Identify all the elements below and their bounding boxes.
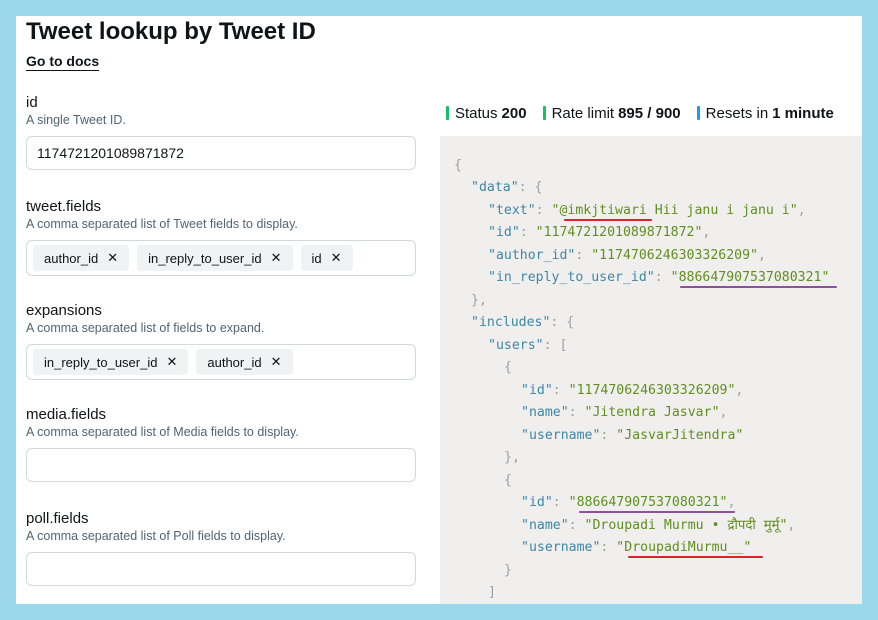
json-value: 886647907537080321 — [576, 495, 720, 510]
remove-chip-icon[interactable]: ✕ — [271, 354, 282, 370]
json-line: "text": "@imkjtiwari Hii janu i janu i", — [488, 203, 806, 218]
json-line: "author_id": "1174706246303326209", — [488, 248, 766, 263]
rate-limit-icon — [542, 106, 546, 120]
reset-value: 1 minute — [772, 104, 834, 122]
purple-underline-user-id — [579, 511, 735, 513]
remove-chip-icon[interactable]: ✕ — [331, 250, 342, 266]
json-key: "username" — [521, 428, 601, 443]
json-line: { — [454, 158, 462, 173]
chip-author-id: author_id ✕ — [33, 245, 130, 271]
remove-chip-icon[interactable]: ✕ — [166, 354, 177, 370]
red-underline-username — [628, 556, 763, 558]
poll-fields-input[interactable] — [26, 552, 416, 586]
chip-label: in_reply_to_user_id — [148, 250, 262, 266]
json-line: "id": "1174721201089871872", — [488, 225, 711, 240]
json-line: }, — [504, 450, 520, 465]
json-line: "name": "Jitendra Jasvar", — [521, 405, 728, 420]
status-indicator: Status 200 — [446, 105, 527, 122]
poll-fields-group: poll.fields A comma separated list of Po… — [26, 510, 416, 586]
poll-fields-label: poll.fields — [26, 510, 89, 527]
json-line: "users": [ — [488, 338, 568, 353]
tweet-fields-description: A comma separated list of Tweet fields t… — [26, 217, 298, 231]
json-value: "JasvarJitendra" — [616, 428, 744, 443]
json-key: "in_reply_to_user_id" — [488, 270, 655, 285]
status-value: 200 — [501, 104, 527, 122]
json-key: "id" — [521, 383, 553, 398]
json-line: } — [504, 563, 512, 578]
json-key: "author_id" — [488, 248, 576, 263]
status-label: Status — [455, 104, 498, 122]
json-line: { — [504, 360, 512, 375]
chip-in-reply-to-user-id: in_reply_to_user_id ✕ — [33, 349, 189, 375]
tweet-fields-label: tweet.fields — [26, 198, 102, 215]
media-fields-description: A comma separated list of Media fields t… — [26, 425, 299, 439]
json-line: "includes": { — [471, 315, 575, 330]
json-key: "username" — [521, 540, 601, 555]
reset-label: Resets in — [705, 104, 769, 122]
expansions-description: A comma separated list of fields to expa… — [26, 321, 265, 335]
remove-chip-icon[interactable]: ✕ — [271, 250, 282, 266]
chip-label: in_reply_to_user_id — [44, 354, 158, 370]
rate-limit-label: Rate limit — [551, 104, 615, 122]
json-line: "name": "Droupadi Murmu • द्रौपदी मुर्मू… — [521, 518, 796, 533]
media-fields-group: media.fields A comma separated list of M… — [26, 406, 416, 482]
json-value: "1174706246303326209" — [591, 248, 758, 263]
json-value: 886647907537080321 — [678, 270, 822, 285]
red-underline-mention — [564, 219, 652, 221]
media-fields-input[interactable] — [26, 448, 416, 482]
purple-underline-reply-id — [680, 286, 837, 288]
expansions-input[interactable]: in_reply_to_user_id ✕ author_id ✕ — [26, 344, 416, 380]
page-title: Tweet lookup by Tweet ID — [26, 18, 316, 45]
reset-info-icon — [696, 106, 700, 120]
json-value: "1174721201089871872" — [535, 225, 703, 240]
json-line: "data": { — [471, 180, 543, 195]
id-input[interactable]: 1174721201089871872 — [26, 136, 416, 170]
chip-id: id ✕ — [300, 245, 353, 271]
json-value: DroupadiMurmu__ — [624, 540, 744, 555]
chip-label: author_id — [44, 250, 99, 266]
json-key: "data" — [471, 180, 519, 195]
chip-label: id — [311, 250, 322, 266]
json-line: { — [504, 473, 512, 488]
remove-chip-icon[interactable]: ✕ — [107, 250, 118, 266]
response-status-bar: Status 200 Rate limit 895 / 900 Resets i… — [446, 102, 834, 124]
id-description: A single Tweet ID. — [26, 113, 126, 127]
json-mention: @imkjtiwari — [559, 203, 647, 218]
id-label: id — [26, 94, 38, 111]
id-field-group: id A single Tweet ID. 117472120108987187… — [26, 94, 416, 170]
json-value: "Jitendra Jasvar" — [584, 405, 720, 420]
json-response-panel: { "data": { "text": "@imkjtiwari Hii jan… — [440, 136, 862, 604]
status-ok-icon — [446, 106, 449, 120]
json-line: }, — [471, 293, 487, 308]
tweet-fields-group: tweet.fields A comma separated list of T… — [26, 198, 416, 276]
expansions-label: expansions — [26, 302, 102, 319]
chip-author-id: author_id ✕ — [196, 349, 293, 375]
json-line: ] — [488, 585, 496, 600]
json-key: "users" — [488, 338, 544, 353]
rate-limit-indicator: Rate limit 895 / 900 — [542, 104, 681, 122]
rate-limit-value: 895 / 900 — [618, 104, 681, 122]
media-fields-label: media.fields — [26, 406, 107, 423]
expansions-group: expansions A comma separated list of fie… — [26, 302, 416, 380]
tweet-fields-input[interactable]: author_id ✕ in_reply_to_user_id ✕ id ✕ — [26, 240, 416, 276]
json-value: "Droupadi Murmu • द्रौपदी मुर्मू" — [584, 518, 788, 533]
json-key: "includes" — [471, 315, 551, 330]
poll-fields-description: A comma separated list of Poll fields to… — [26, 529, 286, 543]
json-line: "username": "DroupadiMurmu__" — [521, 540, 752, 555]
json-line: "in_reply_to_user_id": "8866479075370803… — [488, 270, 830, 285]
json-key: "id" — [488, 225, 520, 240]
app-frame: Tweet lookup by Tweet ID Go to docs id A… — [16, 16, 862, 604]
json-key: "name" — [521, 405, 569, 420]
json-key: "name" — [521, 518, 569, 533]
json-line: "id": "1174706246303326209", — [521, 383, 744, 398]
json-line: "username": "JasvarJitendra" — [521, 428, 744, 443]
json-key: "text" — [488, 203, 536, 218]
chip-in-reply-to-user-id: in_reply_to_user_id ✕ — [137, 245, 293, 271]
json-line: "id": "886647907537080321", — [521, 495, 736, 510]
reset-indicator: Resets in 1 minute — [696, 104, 834, 122]
json-key: "id" — [521, 495, 553, 510]
go-to-docs-link[interactable]: Go to docs — [26, 53, 100, 71]
chip-label: author_id — [207, 354, 262, 370]
json-value: "1174706246303326209" — [568, 383, 736, 398]
